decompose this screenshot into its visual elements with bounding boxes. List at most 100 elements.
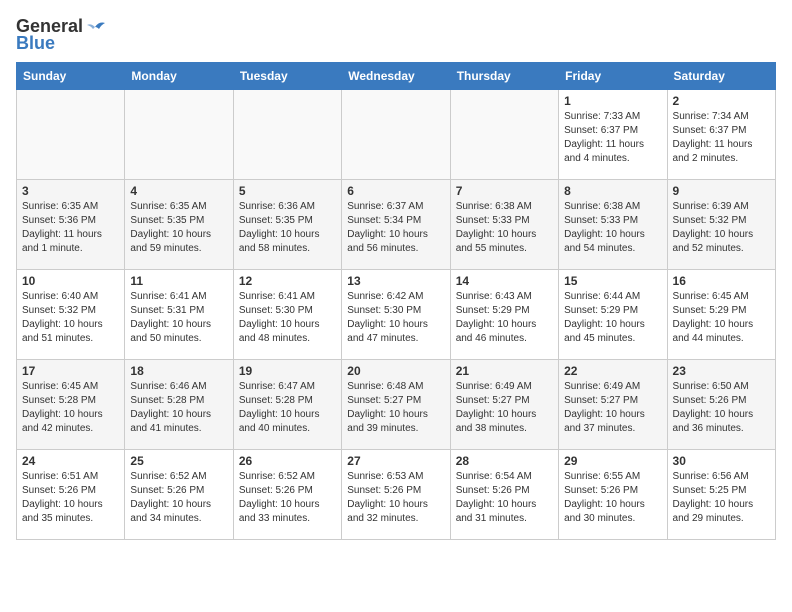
calendar-week-4: 17Sunrise: 6:45 AM Sunset: 5:28 PM Dayli…	[17, 360, 776, 450]
cell-content: Sunrise: 6:35 AM Sunset: 5:36 PM Dayligh…	[22, 200, 119, 256]
cell-content: Sunrise: 6:45 AM Sunset: 5:29 PM Dayligh…	[673, 290, 770, 346]
day-number: 4	[130, 184, 227, 198]
calendar-cell: 4 Sunrise: 6:35 AM Sunset: 5:35 PM Daylig…	[125, 180, 233, 270]
day-number: 27	[347, 454, 444, 468]
cell-content: Sunrise: 6:46 AM Sunset: 5:28 PM Dayligh…	[130, 380, 227, 436]
calendar-cell: 14 Sunrise: 6:43 AM Sunset: 5:29 PM Dayli…	[450, 270, 558, 360]
cell-content: Sunrise: 6:54 AM Sunset: 5:26 PM Dayligh…	[456, 470, 553, 526]
cell-content: Sunrise: 6:36 AM Sunset: 5:35 PM Dayligh…	[239, 200, 336, 256]
calendar-cell: 24Sunrise: 6:51 AM Sunset: 5:26 PM Dayli…	[17, 450, 125, 540]
calendar-cell	[342, 90, 450, 180]
day-number: 16	[673, 274, 770, 288]
calendar-cell	[450, 90, 558, 180]
cell-content: Sunrise: 7:33 AM Sunset: 6:37 PM Dayligh…	[564, 110, 661, 166]
header: General Blue	[16, 16, 776, 54]
day-number: 23	[673, 364, 770, 378]
cell-content: Sunrise: 6:35 AM Sunset: 5:35 PM Dayligh…	[130, 200, 227, 256]
cell-content: Sunrise: 6:40 AM Sunset: 5:32 PM Dayligh…	[22, 290, 119, 346]
calendar-cell: 12 Sunrise: 6:41 AM Sunset: 5:30 PM Dayli…	[233, 270, 341, 360]
day-number: 26	[239, 454, 336, 468]
calendar-cell: 27 Sunrise: 6:53 AM Sunset: 5:26 PM Dayli…	[342, 450, 450, 540]
day-number: 19	[239, 364, 336, 378]
calendar-cell: 22 Sunrise: 6:49 AM Sunset: 5:27 PM Dayli…	[559, 360, 667, 450]
weekday-header-monday: Monday	[125, 63, 233, 90]
day-number: 1	[564, 94, 661, 108]
weekday-header-thursday: Thursday	[450, 63, 558, 90]
day-number: 6	[347, 184, 444, 198]
calendar-cell: 5 Sunrise: 6:36 AM Sunset: 5:35 PM Daylig…	[233, 180, 341, 270]
calendar-cell: 18 Sunrise: 6:46 AM Sunset: 5:28 PM Dayli…	[125, 360, 233, 450]
day-number: 22	[564, 364, 661, 378]
day-number: 15	[564, 274, 661, 288]
calendar-week-2: 3 Sunrise: 6:35 AM Sunset: 5:36 PM Daylig…	[17, 180, 776, 270]
calendar-week-1: 1 Sunrise: 7:33 AM Sunset: 6:37 PM Daylig…	[17, 90, 776, 180]
logo-blue: Blue	[16, 33, 55, 54]
day-number: 10	[22, 274, 119, 288]
calendar-cell: 6Sunrise: 6:37 AM Sunset: 5:34 PM Daylig…	[342, 180, 450, 270]
cell-content: Sunrise: 6:44 AM Sunset: 5:29 PM Dayligh…	[564, 290, 661, 346]
cell-content: Sunrise: 6:43 AM Sunset: 5:29 PM Dayligh…	[456, 290, 553, 346]
day-number: 25	[130, 454, 227, 468]
calendar-cell: 25 Sunrise: 6:52 AM Sunset: 5:26 PM Dayli…	[125, 450, 233, 540]
calendar-cell: 30 Sunrise: 6:56 AM Sunset: 5:25 PM Dayli…	[667, 450, 775, 540]
calendar-cell: 17Sunrise: 6:45 AM Sunset: 5:28 PM Dayli…	[17, 360, 125, 450]
day-number: 8	[564, 184, 661, 198]
day-number: 7	[456, 184, 553, 198]
day-number: 18	[130, 364, 227, 378]
day-number: 13	[347, 274, 444, 288]
cell-content: Sunrise: 6:45 AM Sunset: 5:28 PM Dayligh…	[22, 380, 119, 436]
weekday-header-sunday: Sunday	[17, 63, 125, 90]
calendar-cell: 26 Sunrise: 6:52 AM Sunset: 5:26 PM Dayli…	[233, 450, 341, 540]
calendar-week-3: 10 Sunrise: 6:40 AM Sunset: 5:32 PM Dayli…	[17, 270, 776, 360]
cell-content: Sunrise: 6:53 AM Sunset: 5:26 PM Dayligh…	[347, 470, 444, 526]
calendar-cell: 23Sunrise: 6:50 AM Sunset: 5:26 PM Dayli…	[667, 360, 775, 450]
day-number: 9	[673, 184, 770, 198]
weekday-header-tuesday: Tuesday	[233, 63, 341, 90]
calendar-cell: 21 Sunrise: 6:49 AM Sunset: 5:27 PM Dayli…	[450, 360, 558, 450]
day-number: 30	[673, 454, 770, 468]
day-number: 2	[673, 94, 770, 108]
calendar-cell: 1 Sunrise: 7:33 AM Sunset: 6:37 PM Daylig…	[559, 90, 667, 180]
cell-content: Sunrise: 6:38 AM Sunset: 5:33 PM Dayligh…	[564, 200, 661, 256]
header-row: SundayMondayTuesdayWednesdayThursdayFrid…	[17, 63, 776, 90]
calendar-cell: 10 Sunrise: 6:40 AM Sunset: 5:32 PM Dayli…	[17, 270, 125, 360]
day-number: 12	[239, 274, 336, 288]
day-number: 14	[456, 274, 553, 288]
calendar-cell: 7 Sunrise: 6:38 AM Sunset: 5:33 PM Daylig…	[450, 180, 558, 270]
cell-content: Sunrise: 6:55 AM Sunset: 5:26 PM Dayligh…	[564, 470, 661, 526]
calendar-cell: 2 Sunrise: 7:34 AM Sunset: 6:37 PM Daylig…	[667, 90, 775, 180]
cell-content: Sunrise: 6:42 AM Sunset: 5:30 PM Dayligh…	[347, 290, 444, 346]
weekday-header-wednesday: Wednesday	[342, 63, 450, 90]
logo: General Blue	[16, 16, 107, 54]
cell-content: Sunrise: 6:38 AM Sunset: 5:33 PM Dayligh…	[456, 200, 553, 256]
calendar-week-5: 24Sunrise: 6:51 AM Sunset: 5:26 PM Dayli…	[17, 450, 776, 540]
day-number: 3	[22, 184, 119, 198]
day-number: 5	[239, 184, 336, 198]
cell-content: Sunrise: 6:49 AM Sunset: 5:27 PM Dayligh…	[456, 380, 553, 436]
day-number: 21	[456, 364, 553, 378]
cell-content: Sunrise: 6:52 AM Sunset: 5:26 PM Dayligh…	[130, 470, 227, 526]
cell-content: Sunrise: 6:52 AM Sunset: 5:26 PM Dayligh…	[239, 470, 336, 526]
cell-content: Sunrise: 7:34 AM Sunset: 6:37 PM Dayligh…	[673, 110, 770, 166]
calendar-cell: 29 Sunrise: 6:55 AM Sunset: 5:26 PM Dayli…	[559, 450, 667, 540]
cell-content: Sunrise: 6:48 AM Sunset: 5:27 PM Dayligh…	[347, 380, 444, 436]
calendar-cell: 3 Sunrise: 6:35 AM Sunset: 5:36 PM Daylig…	[17, 180, 125, 270]
day-number: 20	[347, 364, 444, 378]
cell-content: Sunrise: 6:56 AM Sunset: 5:25 PM Dayligh…	[673, 470, 770, 526]
calendar-cell	[233, 90, 341, 180]
calendar-cell: 19 Sunrise: 6:47 AM Sunset: 5:28 PM Dayli…	[233, 360, 341, 450]
calendar-cell: 20 Sunrise: 6:48 AM Sunset: 5:27 PM Dayli…	[342, 360, 450, 450]
cell-content: Sunrise: 6:49 AM Sunset: 5:27 PM Dayligh…	[564, 380, 661, 436]
calendar-cell: 11Sunrise: 6:41 AM Sunset: 5:31 PM Dayli…	[125, 270, 233, 360]
day-number: 28	[456, 454, 553, 468]
calendar-cell	[17, 90, 125, 180]
calendar-cell	[125, 90, 233, 180]
cell-content: Sunrise: 6:47 AM Sunset: 5:28 PM Dayligh…	[239, 380, 336, 436]
calendar-cell: 8 Sunrise: 6:38 AM Sunset: 5:33 PM Daylig…	[559, 180, 667, 270]
weekday-header-saturday: Saturday	[667, 63, 775, 90]
day-number: 29	[564, 454, 661, 468]
cell-content: Sunrise: 6:41 AM Sunset: 5:31 PM Dayligh…	[130, 290, 227, 346]
calendar-cell: 28 Sunrise: 6:54 AM Sunset: 5:26 PM Dayli…	[450, 450, 558, 540]
cell-content: Sunrise: 6:41 AM Sunset: 5:30 PM Dayligh…	[239, 290, 336, 346]
logo-bird-icon	[85, 19, 107, 35]
